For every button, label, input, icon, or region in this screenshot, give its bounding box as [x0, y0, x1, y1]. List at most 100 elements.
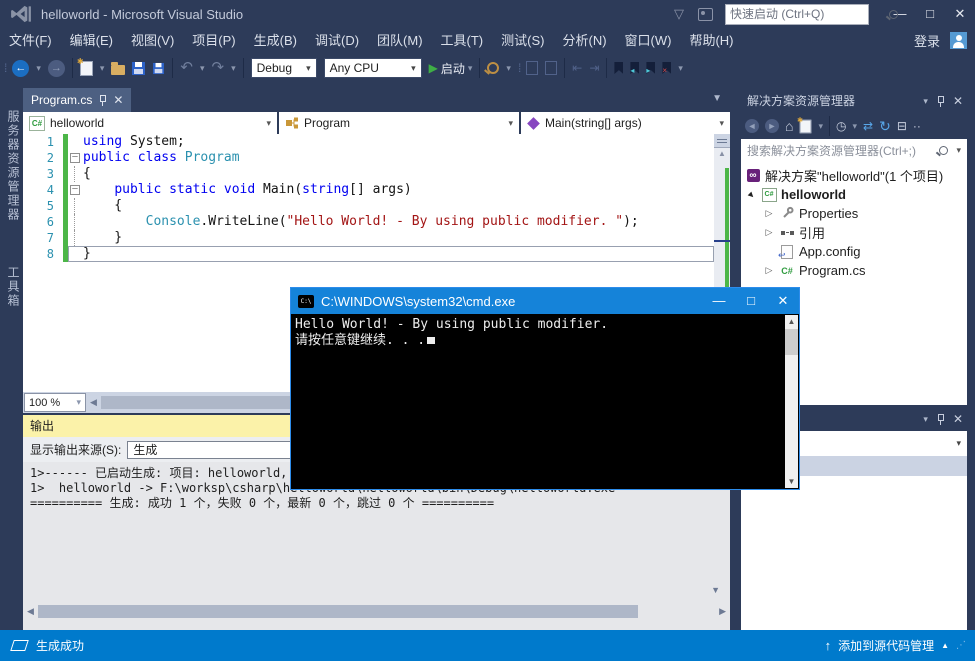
resize-grip[interactable]: ⋰	[956, 640, 967, 651]
undo-dropdown-icon[interactable]: ▾	[200, 63, 205, 74]
project-dropdown[interactable]: C# helloworld ▾	[23, 112, 277, 134]
scroll-up-icon[interactable]: ▲	[714, 149, 730, 158]
pending-changes-filter-icon[interactable]: ◷	[836, 119, 846, 133]
window-position-dropdown-icon[interactable]: ▾	[923, 90, 928, 112]
cmd-minimize-button[interactable]: —	[703, 288, 735, 314]
toolbar-overflow-icon[interactable]: ▾	[678, 63, 683, 74]
redo-dropdown-icon[interactable]: ▾	[231, 63, 236, 74]
code-line[interactable]: 4 public static void Main(string[] args)	[23, 182, 714, 198]
decrease-indent-icon[interactable]: ⇤	[572, 61, 582, 75]
sign-in-button[interactable]: 登录	[914, 31, 940, 50]
output-hscroll-thumb[interactable]	[38, 605, 638, 618]
fold-toggle-icon[interactable]	[68, 150, 83, 166]
solution-explorer-search-input[interactable]	[741, 144, 939, 158]
code-line[interactable]: 2public class Program	[23, 150, 714, 166]
menu-item[interactable]: 分析(N)	[553, 28, 615, 53]
collapse-all-icon[interactable]: ⊟	[897, 119, 907, 133]
find-in-files-icon[interactable]	[487, 62, 499, 74]
pin-panel-icon[interactable]	[937, 414, 944, 425]
search-options-dropdown-icon[interactable]: ▾	[956, 145, 961, 156]
menu-item[interactable]: 生成(B)	[245, 28, 306, 53]
title-bar[interactable]: helloworld - Microsoft Visual Studio ▽ —…	[0, 0, 975, 28]
fold-toggle-icon[interactable]	[68, 182, 83, 198]
close-panel-icon[interactable]: ✕	[953, 412, 963, 426]
open-file-button[interactable]	[111, 65, 125, 75]
se-dropdown-icon[interactable]: ▾	[818, 121, 823, 132]
navigate-back-button[interactable]: ←	[12, 60, 29, 77]
sync-with-active-document-icon[interactable]: ⇄	[863, 119, 873, 133]
menu-item[interactable]: 编辑(E)	[61, 28, 122, 53]
code-line[interactable]: 8}	[23, 246, 714, 262]
tree-item[interactable]: ↩App.config	[741, 242, 967, 261]
menu-item[interactable]: 视图(V)	[122, 28, 183, 53]
save-all-button[interactable]	[153, 62, 164, 73]
quick-launch-input[interactable]	[726, 7, 889, 21]
sidebar-tab-server-explorer[interactable]: 服务器资源管理器	[2, 90, 22, 242]
se-forward-button[interactable]: ►	[765, 119, 779, 133]
new-item-dropdown-icon[interactable]: ▾	[100, 63, 105, 74]
tree-expander-icon[interactable]: ▷	[763, 265, 775, 276]
platform-select[interactable]: Any CPU▾	[324, 58, 422, 78]
scroll-up-icon[interactable]: ▲	[785, 315, 798, 328]
menu-item[interactable]: 调试(D)	[306, 28, 368, 53]
close-panel-icon[interactable]: ✕	[953, 90, 963, 112]
splitter-handle[interactable]	[714, 134, 730, 148]
next-bookmark-button[interactable]: ▸	[646, 62, 655, 74]
document-list-dropdown-icon[interactable]: ▼	[712, 93, 722, 104]
member-dropdown[interactable]: Main(string[] args) ▾	[521, 112, 730, 134]
close-tab-icon[interactable]: ✕	[113, 93, 123, 107]
tree-item[interactable]: ∞解决方案"helloworld"(1 个项目)	[741, 166, 967, 185]
sidebar-tab-toolbox[interactable]: 工具箱	[2, 252, 22, 322]
menu-item[interactable]: 团队(M)	[368, 28, 432, 53]
pin-panel-icon[interactable]	[937, 96, 944, 107]
tree-item[interactable]: ▷引用	[741, 223, 967, 242]
tree-item[interactable]: ▷Properties	[741, 204, 967, 223]
type-dropdown[interactable]: Program ▾	[279, 112, 519, 134]
se-back-button[interactable]: ◄	[745, 119, 759, 133]
refresh-icon[interactable]: ↻	[879, 118, 891, 135]
code-line[interactable]: 6 Console.WriteLine("Hello World! - By u…	[23, 214, 714, 230]
scroll-down-icon[interactable]: ▼	[785, 475, 798, 488]
add-to-source-control-button[interactable]: 添加到源代码管理	[838, 637, 934, 654]
undo-button[interactable]: ↶	[180, 61, 193, 75]
redo-button[interactable]: ↷	[212, 61, 225, 75]
toggle-bookmark-button[interactable]	[614, 62, 623, 74]
menu-item[interactable]: 测试(S)	[492, 28, 553, 53]
save-button[interactable]	[132, 62, 145, 75]
solution-explorer-title-bar[interactable]: 解决方案资源管理器 ▾ ✕	[741, 90, 967, 112]
tree-item[interactable]: ▼C#helloworld	[741, 185, 967, 204]
configuration-select[interactable]: Debug▾	[251, 58, 317, 78]
toolbar-overflow-icon[interactable]: ▾	[506, 63, 511, 74]
zoom-level-select[interactable]: 100 % ▾	[24, 393, 86, 412]
home-icon[interactable]: ⌂	[785, 118, 793, 134]
menu-item[interactable]: 项目(P)	[183, 28, 244, 53]
pin-tab-icon[interactable]	[99, 95, 106, 106]
clear-bookmarks-button[interactable]: ×	[662, 62, 671, 74]
code-line[interactable]: 1using System;	[23, 134, 714, 150]
output-horizontal-scrollbar[interactable]: ◀ ▶	[23, 603, 730, 619]
filter-dropdown-icon[interactable]: ▾	[852, 121, 857, 132]
tree-expander-icon[interactable]: ▷	[763, 208, 775, 219]
solution-explorer-search-box[interactable]: ▾	[741, 139, 967, 162]
menu-item[interactable]: 窗口(W)	[616, 28, 681, 53]
scroll-left-icon[interactable]: ◀	[23, 606, 38, 617]
output-scroll-down-icon[interactable]: ▼	[711, 585, 720, 595]
code-line[interactable]: 5 {	[23, 198, 714, 214]
start-dropdown-icon[interactable]: ▾	[468, 63, 473, 74]
cmd-window[interactable]: C:\ C:\WINDOWS\system32\cmd.exe — □ ✕ He…	[290, 287, 800, 490]
code-line[interactable]: 3{	[23, 166, 714, 182]
maximize-button[interactable]: □	[915, 2, 945, 26]
source-control-dropdown-icon[interactable]: ▲	[941, 641, 949, 650]
cmd-title-bar[interactable]: C:\ C:\WINDOWS\system32\cmd.exe — □ ✕	[291, 288, 799, 314]
code-line[interactable]: 7 }	[23, 230, 714, 246]
scroll-right-icon[interactable]: ▶	[715, 606, 730, 617]
tree-item[interactable]: ▷C#Program.cs	[741, 261, 967, 280]
back-dropdown-icon[interactable]: ▾	[36, 63, 41, 74]
increase-indent-icon[interactable]: ⇥	[589, 61, 599, 75]
document-tab-programcs[interactable]: Program.cs ✕	[23, 88, 131, 112]
window-position-dropdown-icon[interactable]: ▾	[923, 414, 928, 425]
user-avatar[interactable]	[950, 32, 967, 49]
filter-icon[interactable]: ▽	[674, 6, 684, 22]
tree-expander-icon[interactable]: ▷	[763, 227, 775, 238]
tree-expander-icon[interactable]: ▼	[743, 187, 759, 203]
